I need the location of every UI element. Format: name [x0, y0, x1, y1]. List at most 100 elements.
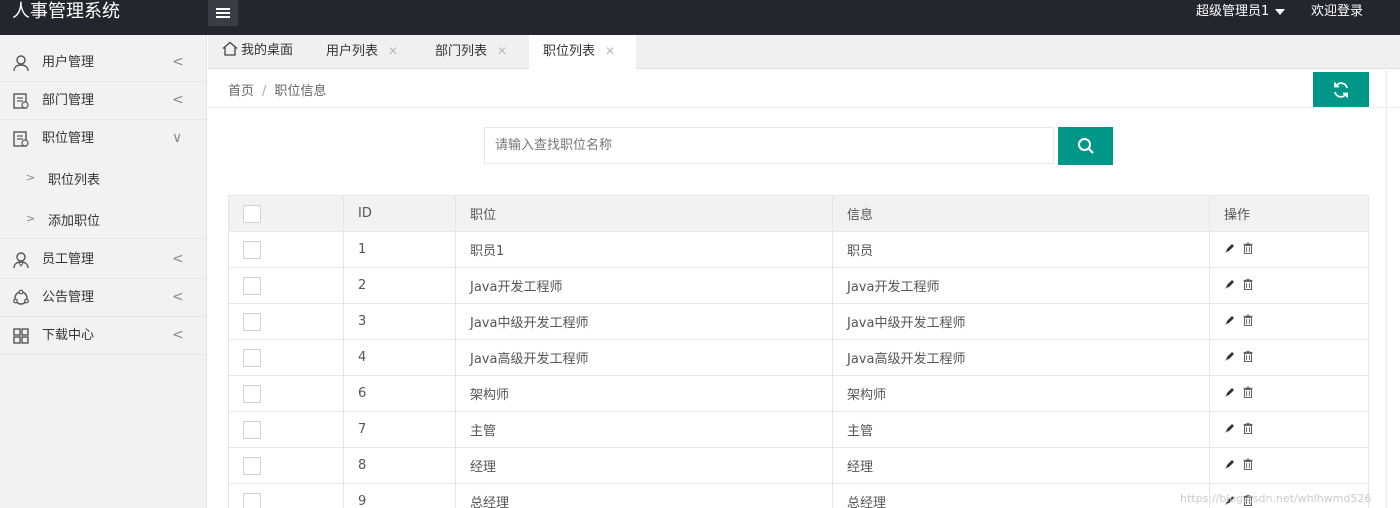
edit-icon[interactable] — [1224, 278, 1236, 290]
cell-position: Java高级开发工程师 — [455, 339, 833, 376]
edit-icon[interactable] — [1224, 242, 1236, 254]
row-checkbox-cell — [228, 411, 344, 448]
row-checkbox-cell — [228, 339, 344, 376]
cell-position: 架构师 — [455, 375, 833, 412]
row-checkbox[interactable] — [243, 492, 261, 508]
row-checkbox[interactable] — [243, 348, 261, 367]
refresh-button[interactable] — [1313, 72, 1369, 107]
tab-department-list[interactable]: 部门列表 ✕ — [421, 35, 527, 69]
sidebar-subitem-add-position[interactable]: > 添加职位 — [0, 199, 207, 239]
tab-label: 职位列表 — [543, 44, 596, 59]
row-checkbox[interactable] — [243, 312, 261, 331]
header-checkbox-cell — [228, 195, 344, 232]
chevron-left-icon: < — [172, 327, 184, 343]
sidebar: 用户管理 < 部门管理 < 职位管理 ∨ > 职位列表 > 添加职位 员工管理 … — [0, 35, 207, 508]
row-checkbox[interactable] — [243, 276, 261, 295]
user-menu[interactable]: 超级管理员1 — [1196, 0, 1286, 24]
delete-icon[interactable] — [1242, 386, 1254, 398]
row-checkbox-cell — [228, 483, 344, 508]
sidebar-subitem-position-list[interactable]: > 职位列表 — [0, 158, 207, 198]
tab-user-list[interactable]: 用户列表 ✕ — [312, 35, 418, 69]
sidebar-item-label: 员工管理 — [42, 252, 95, 267]
table-row: 6 架构师 架构师 — [228, 375, 1369, 412]
top-header: 人事管理系统 超级管理员1 欢迎登录 — [0, 0, 1400, 35]
search-icon — [1077, 138, 1094, 154]
cell-info: Java开发工程师 — [832, 267, 1210, 304]
cell-position: 职员1 — [455, 231, 833, 268]
sidebar-item-announcements[interactable]: 公告管理 < — [0, 279, 207, 317]
row-checkbox[interactable] — [243, 384, 261, 403]
tab-position-list[interactable]: 职位列表 ✕ — [529, 35, 636, 70]
announcement-icon — [13, 289, 29, 305]
breadcrumb-home[interactable]: 首页 — [228, 84, 254, 99]
breadcrumb-current: 职位信息 — [274, 84, 327, 99]
tab-label: 用户列表 — [326, 44, 379, 59]
cell-info: Java高级开发工程师 — [832, 339, 1210, 376]
chevron-left-icon: < — [172, 54, 184, 70]
search-input[interactable] — [484, 127, 1054, 164]
download-icon — [13, 328, 29, 344]
select-all-checkbox[interactable] — [243, 204, 261, 223]
row-checkbox[interactable] — [243, 420, 261, 439]
sidebar-item-positions[interactable]: 职位管理 ∨ — [0, 120, 207, 158]
edit-icon[interactable] — [1224, 422, 1236, 434]
delete-icon[interactable] — [1242, 422, 1254, 434]
scrollbar[interactable] — [1386, 70, 1396, 508]
row-checkbox-cell — [228, 375, 344, 412]
delete-icon[interactable] — [1242, 242, 1254, 254]
cell-id: 4 — [343, 339, 456, 376]
welcome-login-link[interactable]: 欢迎登录 — [1311, 0, 1363, 24]
chevron-right-icon: > — [26, 171, 36, 184]
search-button[interactable] — [1058, 127, 1113, 165]
cell-id: 2 — [343, 267, 456, 304]
table-row: 3 Java中级开发工程师 Java中级开发工程师 — [228, 303, 1369, 340]
edit-icon[interactable] — [1224, 350, 1236, 362]
header-info: 信息 — [832, 195, 1210, 232]
tab-bar: 我的桌面 用户列表 ✕ 部门列表 ✕ 职位列表 ✕ — [208, 35, 1400, 70]
sidebar-item-label: 部门管理 — [42, 93, 95, 108]
caret-down-icon — [1275, 9, 1286, 15]
close-icon[interactable]: ✕ — [605, 44, 615, 58]
delete-icon[interactable] — [1242, 314, 1254, 326]
user-icon — [13, 55, 29, 72]
cell-position: Java开发工程师 — [455, 267, 833, 304]
edit-icon[interactable] — [1224, 386, 1236, 398]
cell-position: Java中级开发工程师 — [455, 303, 833, 340]
breadcrumb: 首页 / 职位信息 — [228, 80, 326, 99]
row-checkbox[interactable] — [243, 240, 261, 259]
sidebar-item-departments[interactable]: 部门管理 < — [0, 82, 207, 120]
header-id: ID — [343, 195, 456, 232]
header-position: 职位 — [455, 195, 833, 232]
sidebar-item-label: 职位管理 — [42, 131, 95, 146]
position-table: ID 职位 信息 操作 1 职员1 职员 2 Java开发工程师 Java开发工程师 3 Ja… — [228, 195, 1369, 508]
cell-info: 架构师 — [832, 375, 1210, 412]
cell-id: 3 — [343, 303, 456, 340]
cell-actions — [1209, 231, 1369, 268]
cell-actions — [1209, 447, 1369, 484]
cell-info: Java中级开发工程师 — [832, 303, 1210, 340]
row-checkbox-cell — [228, 231, 344, 268]
chevron-left-icon: < — [172, 92, 184, 108]
menu-toggle-button[interactable] — [208, 0, 238, 26]
cell-id: 6 — [343, 375, 456, 412]
cell-info: 职员 — [832, 231, 1210, 268]
delete-icon[interactable] — [1242, 350, 1254, 362]
table-row: 1 职员1 职员 — [228, 231, 1369, 268]
edit-icon[interactable] — [1224, 458, 1236, 470]
sidebar-item-users[interactable]: 用户管理 < — [0, 44, 207, 82]
edit-icon[interactable] — [1224, 314, 1236, 326]
sidebar-item-employees[interactable]: 员工管理 < — [0, 241, 207, 279]
close-icon[interactable]: ✕ — [388, 44, 398, 58]
close-icon[interactable]: ✕ — [497, 44, 507, 58]
delete-icon[interactable] — [1242, 278, 1254, 290]
tab-my-desktop[interactable]: 我的桌面 — [208, 35, 310, 69]
chevron-left-icon: < — [172, 251, 184, 267]
sidebar-item-downloads[interactable]: 下载中心 < — [0, 317, 207, 355]
cell-info: 总经理 — [832, 483, 1210, 508]
row-checkbox[interactable] — [243, 456, 261, 475]
cell-id: 9 — [343, 483, 456, 508]
tab-label: 部门列表 — [435, 44, 488, 59]
cell-actions — [1209, 411, 1369, 448]
hamburger-icon — [216, 8, 230, 18]
delete-icon[interactable] — [1242, 458, 1254, 470]
